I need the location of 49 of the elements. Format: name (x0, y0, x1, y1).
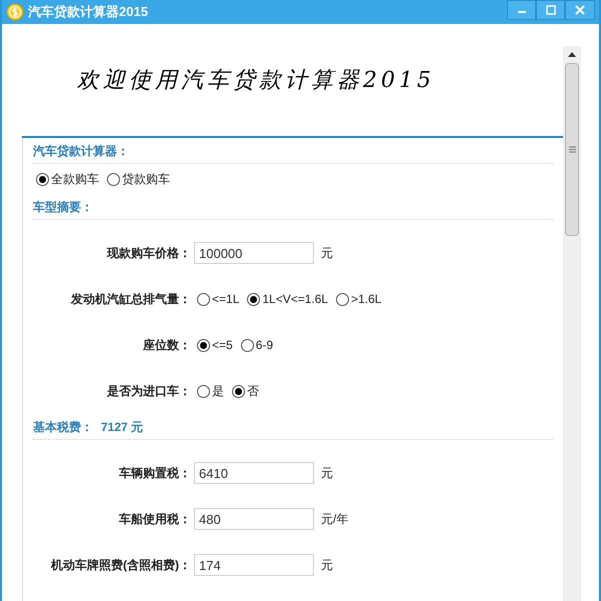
radio-button[interactable] (247, 292, 260, 306)
field-label: 车船使用税： (118, 511, 191, 528)
radio-option[interactable]: <=5 (197, 336, 233, 354)
section-heading: 基本税费： (33, 419, 93, 436)
unit-label: 元 (321, 465, 333, 482)
radio-option[interactable]: <=1L (197, 290, 240, 308)
radio-option[interactable]: 贷款购车 (107, 170, 170, 188)
radio-option[interactable]: 全款购车 (36, 170, 99, 188)
radio-option[interactable]: 否 (232, 382, 259, 400)
close-button[interactable] (565, 0, 595, 20)
radio-option[interactable]: 是 (197, 382, 224, 400)
input-field[interactable]: 480 (194, 508, 314, 530)
section-heading: 车型摘要： (33, 199, 93, 216)
input-field[interactable]: 100000 (194, 242, 314, 264)
grip-icon (568, 146, 576, 154)
radio-button[interactable] (232, 384, 245, 398)
field-label: 座位数： (142, 337, 191, 354)
radio-option[interactable]: 1L<V<=1.6L (247, 290, 328, 308)
unit-label: 元 (321, 557, 333, 574)
input-field[interactable]: 6410 (194, 462, 314, 484)
maximize-icon (546, 5, 556, 15)
section-heading: 汽车贷款计算器： (33, 143, 129, 160)
input-field[interactable]: 174 (194, 554, 314, 576)
minimize-button[interactable] (507, 0, 536, 20)
field-label: 发动机汽缸总排气量： (70, 291, 191, 308)
radio-button[interactable] (107, 172, 120, 186)
field-label: 是否为进口车： (106, 383, 191, 400)
radio-button[interactable] (36, 172, 49, 186)
field-label: 机动车牌照费(含照相费)： (50, 557, 191, 574)
field-label: 现款购车价格： (106, 245, 191, 262)
unit-label: 元/年 (321, 511, 348, 528)
tax-total: 7127 元 (101, 419, 144, 436)
radio-option[interactable]: >1.6L (336, 290, 382, 308)
scrollbar[interactable] (563, 46, 581, 601)
scroll-up-icon[interactable] (568, 51, 576, 57)
close-icon (575, 5, 585, 15)
radio-button[interactable] (197, 292, 210, 306)
radio-button[interactable] (336, 292, 350, 306)
radio-button[interactable] (197, 338, 210, 352)
banner-title: 欢迎使用汽车贷款计算器2015 (77, 66, 435, 94)
radio-option[interactable]: 6-9 (240, 336, 274, 354)
unit-label: 元 (321, 245, 333, 262)
scrollbar-thumb[interactable] (565, 63, 579, 236)
maximize-button[interactable] (536, 0, 565, 20)
radio-button[interactable] (197, 384, 210, 398)
field-label: 车辆购置税： (118, 465, 191, 482)
radio-button[interactable] (240, 338, 254, 352)
coin-icon (6, 3, 24, 21)
window-title: 汽车贷款计算器2015 (28, 3, 148, 22)
